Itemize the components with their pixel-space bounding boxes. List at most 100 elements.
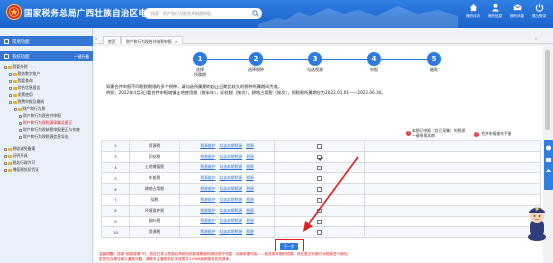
one-click-declare-link[interactable]: 一键申报本期	[406, 133, 459, 139]
tree-item[interactable]: 证明开具	[4, 153, 28, 160]
search-input[interactable]: 搜索：财产和行为税合并纳税申报	[144, 8, 262, 19]
tree-item[interactable]: 财产和行为税税源信息导出	[19, 134, 69, 141]
source-maintain-link[interactable]: 税源维护	[200, 143, 215, 148]
tax-name: 耕地占用税	[129, 183, 180, 195]
row-actions[interactable]: 税源维护 勾选本期税源 税源	[179, 172, 275, 185]
row-check-cell[interactable]	[274, 193, 365, 206]
row-check-cell[interactable]	[274, 183, 365, 195]
row-number: 4	[101, 161, 130, 174]
tab-scroll-left-icon[interactable]: «	[93, 36, 99, 43]
row-actions[interactable]: 税源维护 勾选本期税源 税源	[179, 183, 275, 195]
source-link[interactable]: 税源	[246, 208, 254, 213]
row-number: 3	[101, 150, 130, 163]
row-actions[interactable]: 税源维护 勾选本期税源 税源	[179, 193, 275, 206]
tree-item[interactable]: 税费申报及缴纳	[9, 99, 44, 106]
tree-item[interactable]: 财产和行为税合并申报	[19, 113, 61, 120]
folder-icon	[8, 65, 12, 69]
row-actions[interactable]: 税源维护 勾选本期税源 税源	[179, 140, 275, 152]
row-actions[interactable]: 税源维护 勾选本期税源 税源	[179, 226, 275, 239]
select-source-link[interactable]: 勾选本期税源	[219, 229, 242, 234]
nav-my-todo[interactable]: 我的待办	[463, 3, 483, 25]
tree-item[interactable]: 综合信息报告	[9, 85, 40, 92]
source-link[interactable]: 税源	[246, 154, 254, 159]
select-source-link[interactable]: 勾选本期税源	[219, 218, 242, 223]
select-source-link[interactable]: 勾选本期税源	[219, 186, 242, 191]
step-1-label: 选择 所属期	[194, 67, 206, 77]
row-check-cell[interactable]	[274, 226, 365, 239]
next-step-button[interactable]: 下一步	[280, 243, 298, 250]
row-check-cell[interactable]	[274, 150, 365, 163]
source-link[interactable]: 税源	[246, 197, 254, 202]
source-link[interactable]: 税源	[246, 229, 254, 234]
row-checkbox[interactable]	[317, 187, 322, 192]
declared-legend[interactable]: ! 本期已申报（含已采集）的税源 一键申报本期	[406, 128, 465, 139]
select-source-link[interactable]: 勾选本期税源	[219, 175, 242, 180]
row-checkbox[interactable]	[317, 230, 322, 235]
empty-cell	[364, 150, 541, 163]
tree-item[interactable]: 税务数字账户	[9, 71, 40, 78]
tab-home[interactable]: 首页	[103, 36, 121, 44]
tab-property-behavior-tax[interactable]: 财产和行为税合并纳税申报 ×	[121, 36, 183, 44]
source-maintain-link[interactable]: 税源维护	[200, 229, 215, 234]
nav-logout[interactable]: 退出登录	[529, 3, 549, 25]
source-maintain-link[interactable]: 税源维护	[200, 208, 215, 213]
nav-my-info[interactable]: 我的信息	[485, 3, 505, 25]
tree-item-active[interactable]: 财产和行为税税源采集及更正	[19, 120, 72, 127]
table-row: 6 耕地占用税 税源维护 勾选本期税源 税源	[101, 183, 541, 195]
system-functions-header[interactable]: 系统功能 一键折叠	[0, 51, 93, 61]
tree-item[interactable]: 税务行政许可	[4, 160, 35, 167]
source-maintain-link[interactable]: 税源维护	[200, 164, 215, 169]
close-icon[interactable]: ×	[175, 39, 178, 44]
step-connector	[263, 58, 308, 60]
row-check-cell[interactable]	[274, 172, 365, 185]
row-check-cell[interactable]	[274, 161, 365, 174]
row-checkbox[interactable]	[317, 198, 322, 203]
select-source-link[interactable]: 勾选本期税源	[219, 208, 242, 213]
row-checkbox-checked[interactable]	[317, 154, 322, 160]
select-source-link[interactable]: 勾选本期税源	[219, 143, 242, 148]
row-check-cell[interactable]	[274, 215, 365, 228]
source-link[interactable]: 税源	[246, 218, 254, 223]
select-source-link[interactable]: 勾选本期税源	[219, 164, 242, 169]
source-maintain-link[interactable]: 税源维护	[200, 175, 215, 180]
row-check-cell[interactable]	[274, 140, 365, 152]
tree-item[interactable]: 财产和行为税纳税申报更正与作废	[19, 127, 80, 134]
source-link[interactable]: 税源	[246, 175, 254, 180]
scrollbar-thumb[interactable]	[544, 50, 550, 130]
row-check-cell[interactable]	[274, 204, 365, 217]
search-icon[interactable]	[252, 10, 259, 17]
folder-icon	[13, 72, 17, 76]
row-actions[interactable]: 税源维护 勾选本期税源 税源	[179, 204, 275, 217]
row-checkbox[interactable]	[317, 219, 322, 225]
tree-item[interactable]: 我要办税	[4, 64, 28, 71]
instruction-line: 例如：2022年4月3日要合并申报城镇土地使用税（按半年），印花税（按次），耕地…	[106, 90, 386, 95]
tree-item[interactable]: 增值税抵扣凭证	[4, 167, 39, 174]
select-source-link[interactable]: 勾选本期税源	[219, 154, 242, 159]
mascot-tax-officer-icon[interactable]	[525, 202, 549, 242]
tab-scroll-right-icon[interactable]: »	[533, 36, 539, 43]
source-link[interactable]: 税源	[246, 186, 254, 191]
row-checkbox[interactable]	[317, 144, 322, 149]
instruction-text: 如需合并申报不同税税期限的多个税种，请勾选所属期的起止日期比较久的税种所属期间为…	[106, 84, 536, 96]
source-link[interactable]: 税源	[246, 143, 254, 148]
source-maintain-link[interactable]: 税源维护	[200, 218, 215, 223]
collapse-all-button[interactable]: 一键折叠	[74, 54, 89, 60]
tree-item[interactable]: 我要查询	[9, 78, 33, 85]
select-source-link[interactable]: 勾选本期税源	[219, 197, 242, 202]
row-checkbox[interactable]	[317, 208, 322, 214]
source-link[interactable]: 税源	[246, 164, 254, 169]
source-maintain-link[interactable]: 税源维护	[200, 154, 215, 159]
side-toolbar[interactable]	[544, 140, 553, 190]
tree-item[interactable]: 发票使用	[9, 92, 33, 99]
row-checkbox[interactable]	[317, 176, 322, 181]
tree-item[interactable]: 财产和行为税	[14, 106, 45, 113]
row-actions[interactable]: 税源维护 勾选本期税源 税源	[179, 215, 275, 228]
common-functions-header[interactable]: 常用功能	[0, 36, 93, 46]
row-checkbox[interactable]	[317, 165, 322, 171]
tree-item[interactable]: 税收减免备案	[4, 146, 35, 153]
source-maintain-link[interactable]: 税源维护	[200, 197, 215, 202]
source-maintain-link[interactable]: 税源维护	[200, 186, 215, 191]
nav-my-messages[interactable]: 我的消息	[507, 3, 527, 25]
row-actions[interactable]: 税源维护 勾选本期税源 税源	[179, 150, 275, 163]
row-actions[interactable]: 税源维护 勾选本期税源 税源	[179, 161, 275, 174]
